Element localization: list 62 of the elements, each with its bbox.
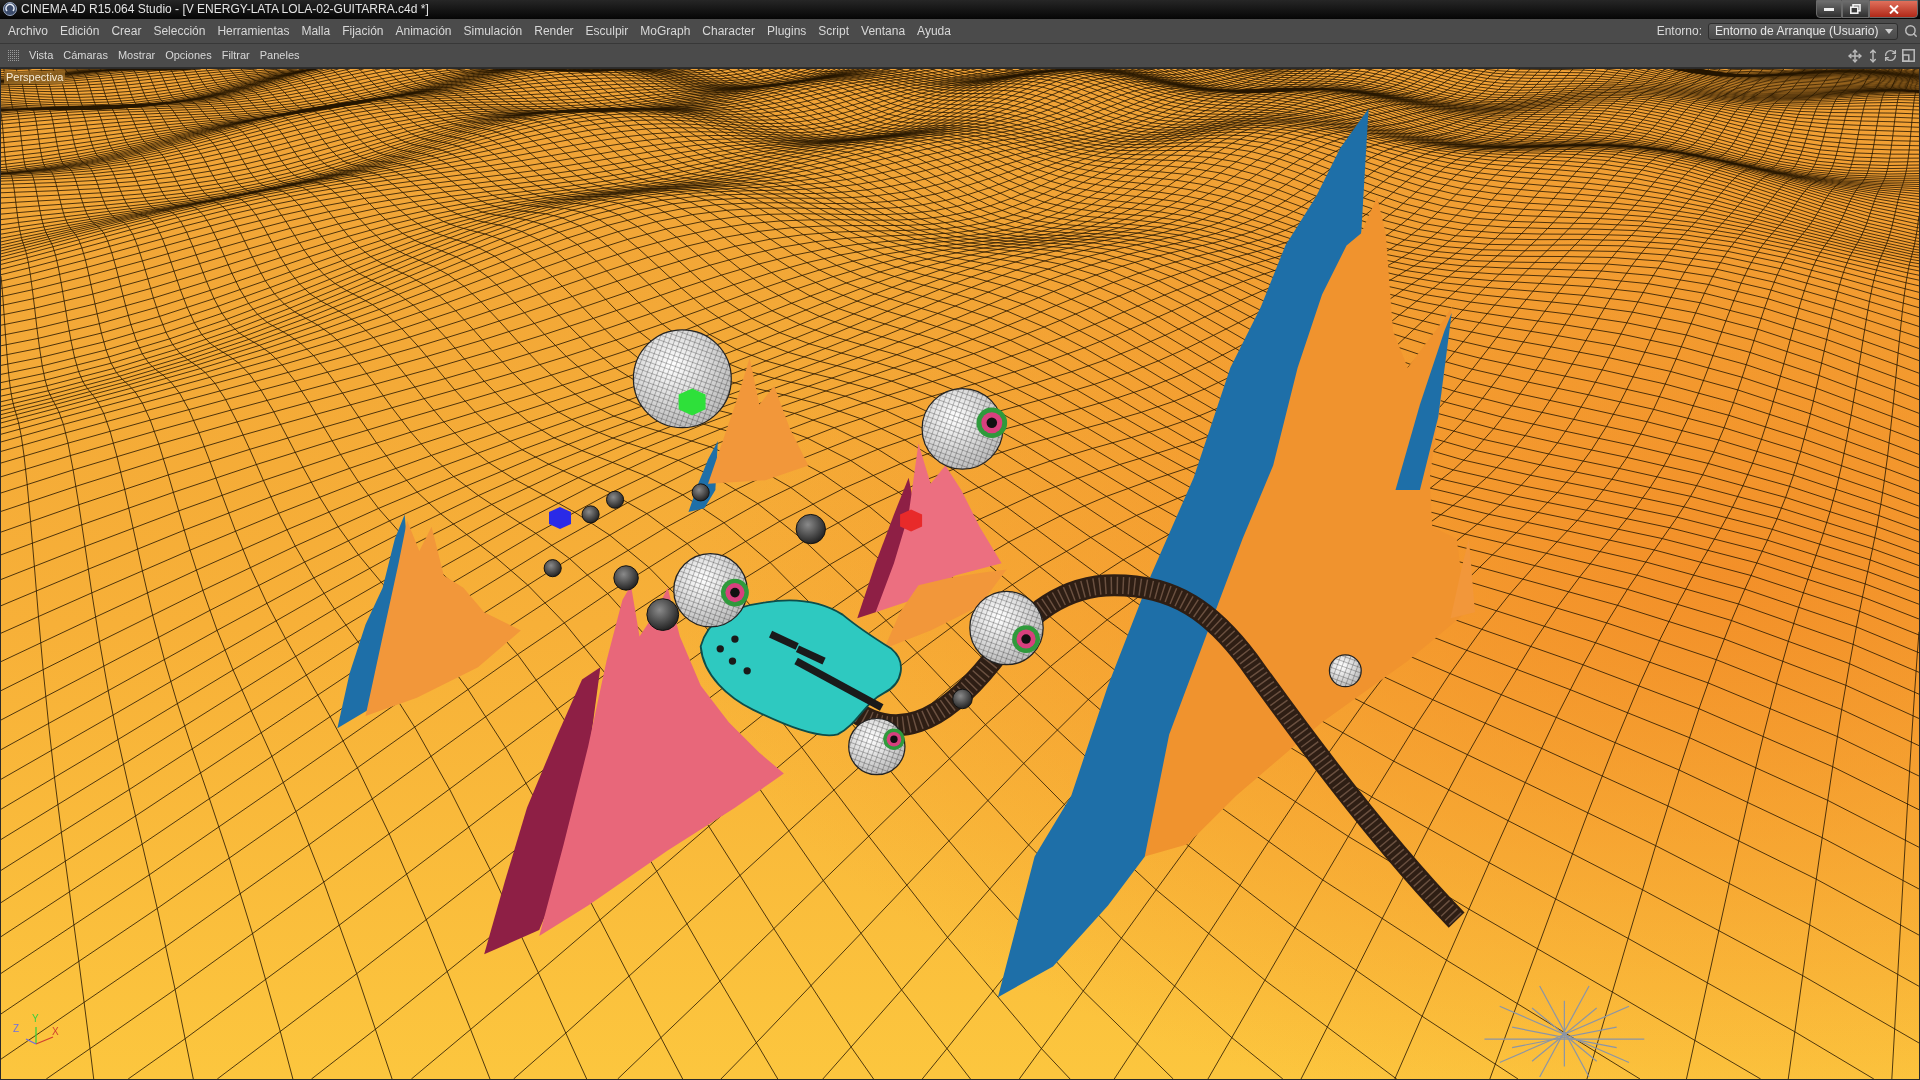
view-menu-item[interactable]: Filtrar — [216, 46, 255, 65]
view-menu-item[interactable]: Cámaras — [58, 46, 113, 65]
menu-item[interactable]: Archivo — [2, 21, 54, 41]
menu-item[interactable]: Render — [528, 21, 580, 41]
menu-item[interactable]: Animación — [389, 21, 458, 41]
app-logo-icon — [3, 2, 17, 16]
cube-marker — [900, 509, 923, 532]
small-sphere — [795, 513, 826, 545]
viewport[interactable]: Perspectiva Y Z X — [0, 68, 1920, 1080]
viewport-label: Perspectiva — [4, 71, 66, 84]
menu-item[interactable]: Herramientas — [211, 21, 296, 41]
small-sphere — [606, 490, 625, 509]
close-button[interactable] — [1869, 0, 1918, 18]
window-title: CINEMA 4D R15.064 Studio - [V ENERGY-LATA LOLA-02-GUITARRA.c4d *] — [21, 2, 429, 16]
menu-item[interactable]: Script — [812, 21, 856, 41]
menu-item[interactable]: Crear — [105, 21, 148, 41]
rotate-view-button[interactable] — [1883, 48, 1898, 63]
menu-item[interactable]: Malla — [295, 21, 337, 41]
menu-item[interactable]: Simulación — [457, 21, 529, 41]
menu-item[interactable]: Esculpir — [579, 21, 635, 41]
menu-item[interactable]: Plugins — [761, 21, 813, 41]
small-sphere — [952, 688, 973, 710]
close-icon — [1888, 4, 1899, 14]
axis-label: Z — [13, 1023, 20, 1034]
view-menu-item[interactable]: Paneles — [254, 46, 305, 65]
minimize-icon — [1824, 7, 1834, 11]
light-object-icon — [1483, 985, 1645, 1078]
eyeball-sphere — [848, 717, 906, 776]
minimize-button[interactable] — [1816, 0, 1842, 18]
environment-label: Entorno: — [1656, 23, 1702, 40]
view-menu-item[interactable]: Vista — [24, 46, 59, 65]
small-sphere — [543, 559, 562, 578]
search-button[interactable] — [1903, 23, 1918, 39]
menu-item[interactable]: Selección — [147, 21, 212, 41]
rotate-icon — [1884, 49, 1897, 62]
view-menu-item[interactable]: Mostrar — [112, 46, 161, 65]
cube-marker — [549, 507, 571, 530]
small-sphere — [646, 598, 680, 631]
toggle-view-button[interactable] — [1901, 48, 1916, 63]
menu-item[interactable]: Character — [696, 21, 761, 41]
small-sphere — [581, 505, 600, 524]
menu-item[interactable]: Edición — [54, 21, 106, 41]
axis-label: Y — [32, 1013, 39, 1024]
menu-item[interactable]: Fijación — [336, 21, 390, 41]
cube-marker — [678, 388, 706, 416]
restore-icon — [1850, 4, 1861, 14]
view-layout-icon — [1902, 49, 1915, 62]
view-menu-item[interactable]: Opciones — [160, 46, 217, 65]
grip-icon — [8, 50, 19, 61]
wireframe-sphere — [1328, 654, 1362, 688]
small-sphere — [691, 483, 710, 502]
menu-item[interactable]: Ventana — [855, 21, 912, 41]
small-sphere — [613, 565, 639, 591]
move-icon — [1847, 48, 1862, 63]
search-icon — [1903, 24, 1918, 38]
caret-icon — [1885, 28, 1893, 34]
menu-item[interactable]: MoGraph — [634, 21, 697, 41]
environment-dropdown[interactable]: Entorno de Arranque (Usuario) — [1708, 22, 1898, 40]
menu-item[interactable]: Ayuda — [911, 21, 957, 41]
restore-button[interactable] — [1842, 0, 1869, 18]
axis-label: X — [52, 1026, 59, 1037]
move-view-button[interactable] — [1847, 48, 1862, 63]
